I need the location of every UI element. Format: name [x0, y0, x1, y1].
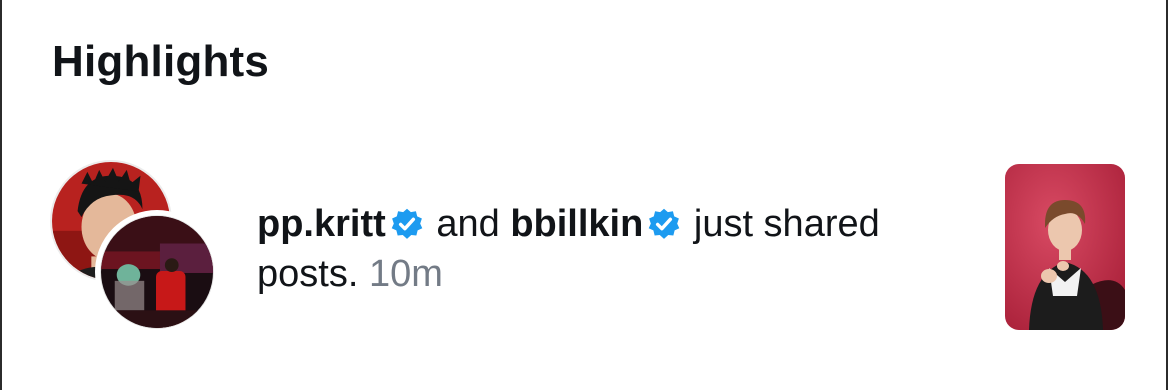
avatar-bbillkin[interactable]	[95, 210, 219, 334]
screen-frame: Highlights pp.kritt and bbillkin just sh…	[0, 0, 1168, 390]
username-pp-kritt[interactable]: pp.kritt	[257, 203, 386, 245]
avatar-photo	[101, 216, 213, 328]
conjunction-text: and	[425, 203, 511, 245]
username-bbillkin[interactable]: bbillkin	[510, 203, 643, 245]
verified-badge-icon	[649, 208, 680, 239]
post-thumbnail[interactable]	[1005, 164, 1125, 330]
timestamp: 10m	[368, 253, 443, 295]
avatar-photo-frame	[100, 215, 214, 329]
verified-badge-icon	[391, 208, 423, 239]
notification-text[interactable]: pp.kritt and bbillkin just shared posts.…	[257, 199, 977, 299]
section-title: Highlights	[52, 37, 270, 86]
avatar-stack[interactable]	[50, 160, 230, 340]
post-thumbnail-image	[1005, 164, 1125, 330]
